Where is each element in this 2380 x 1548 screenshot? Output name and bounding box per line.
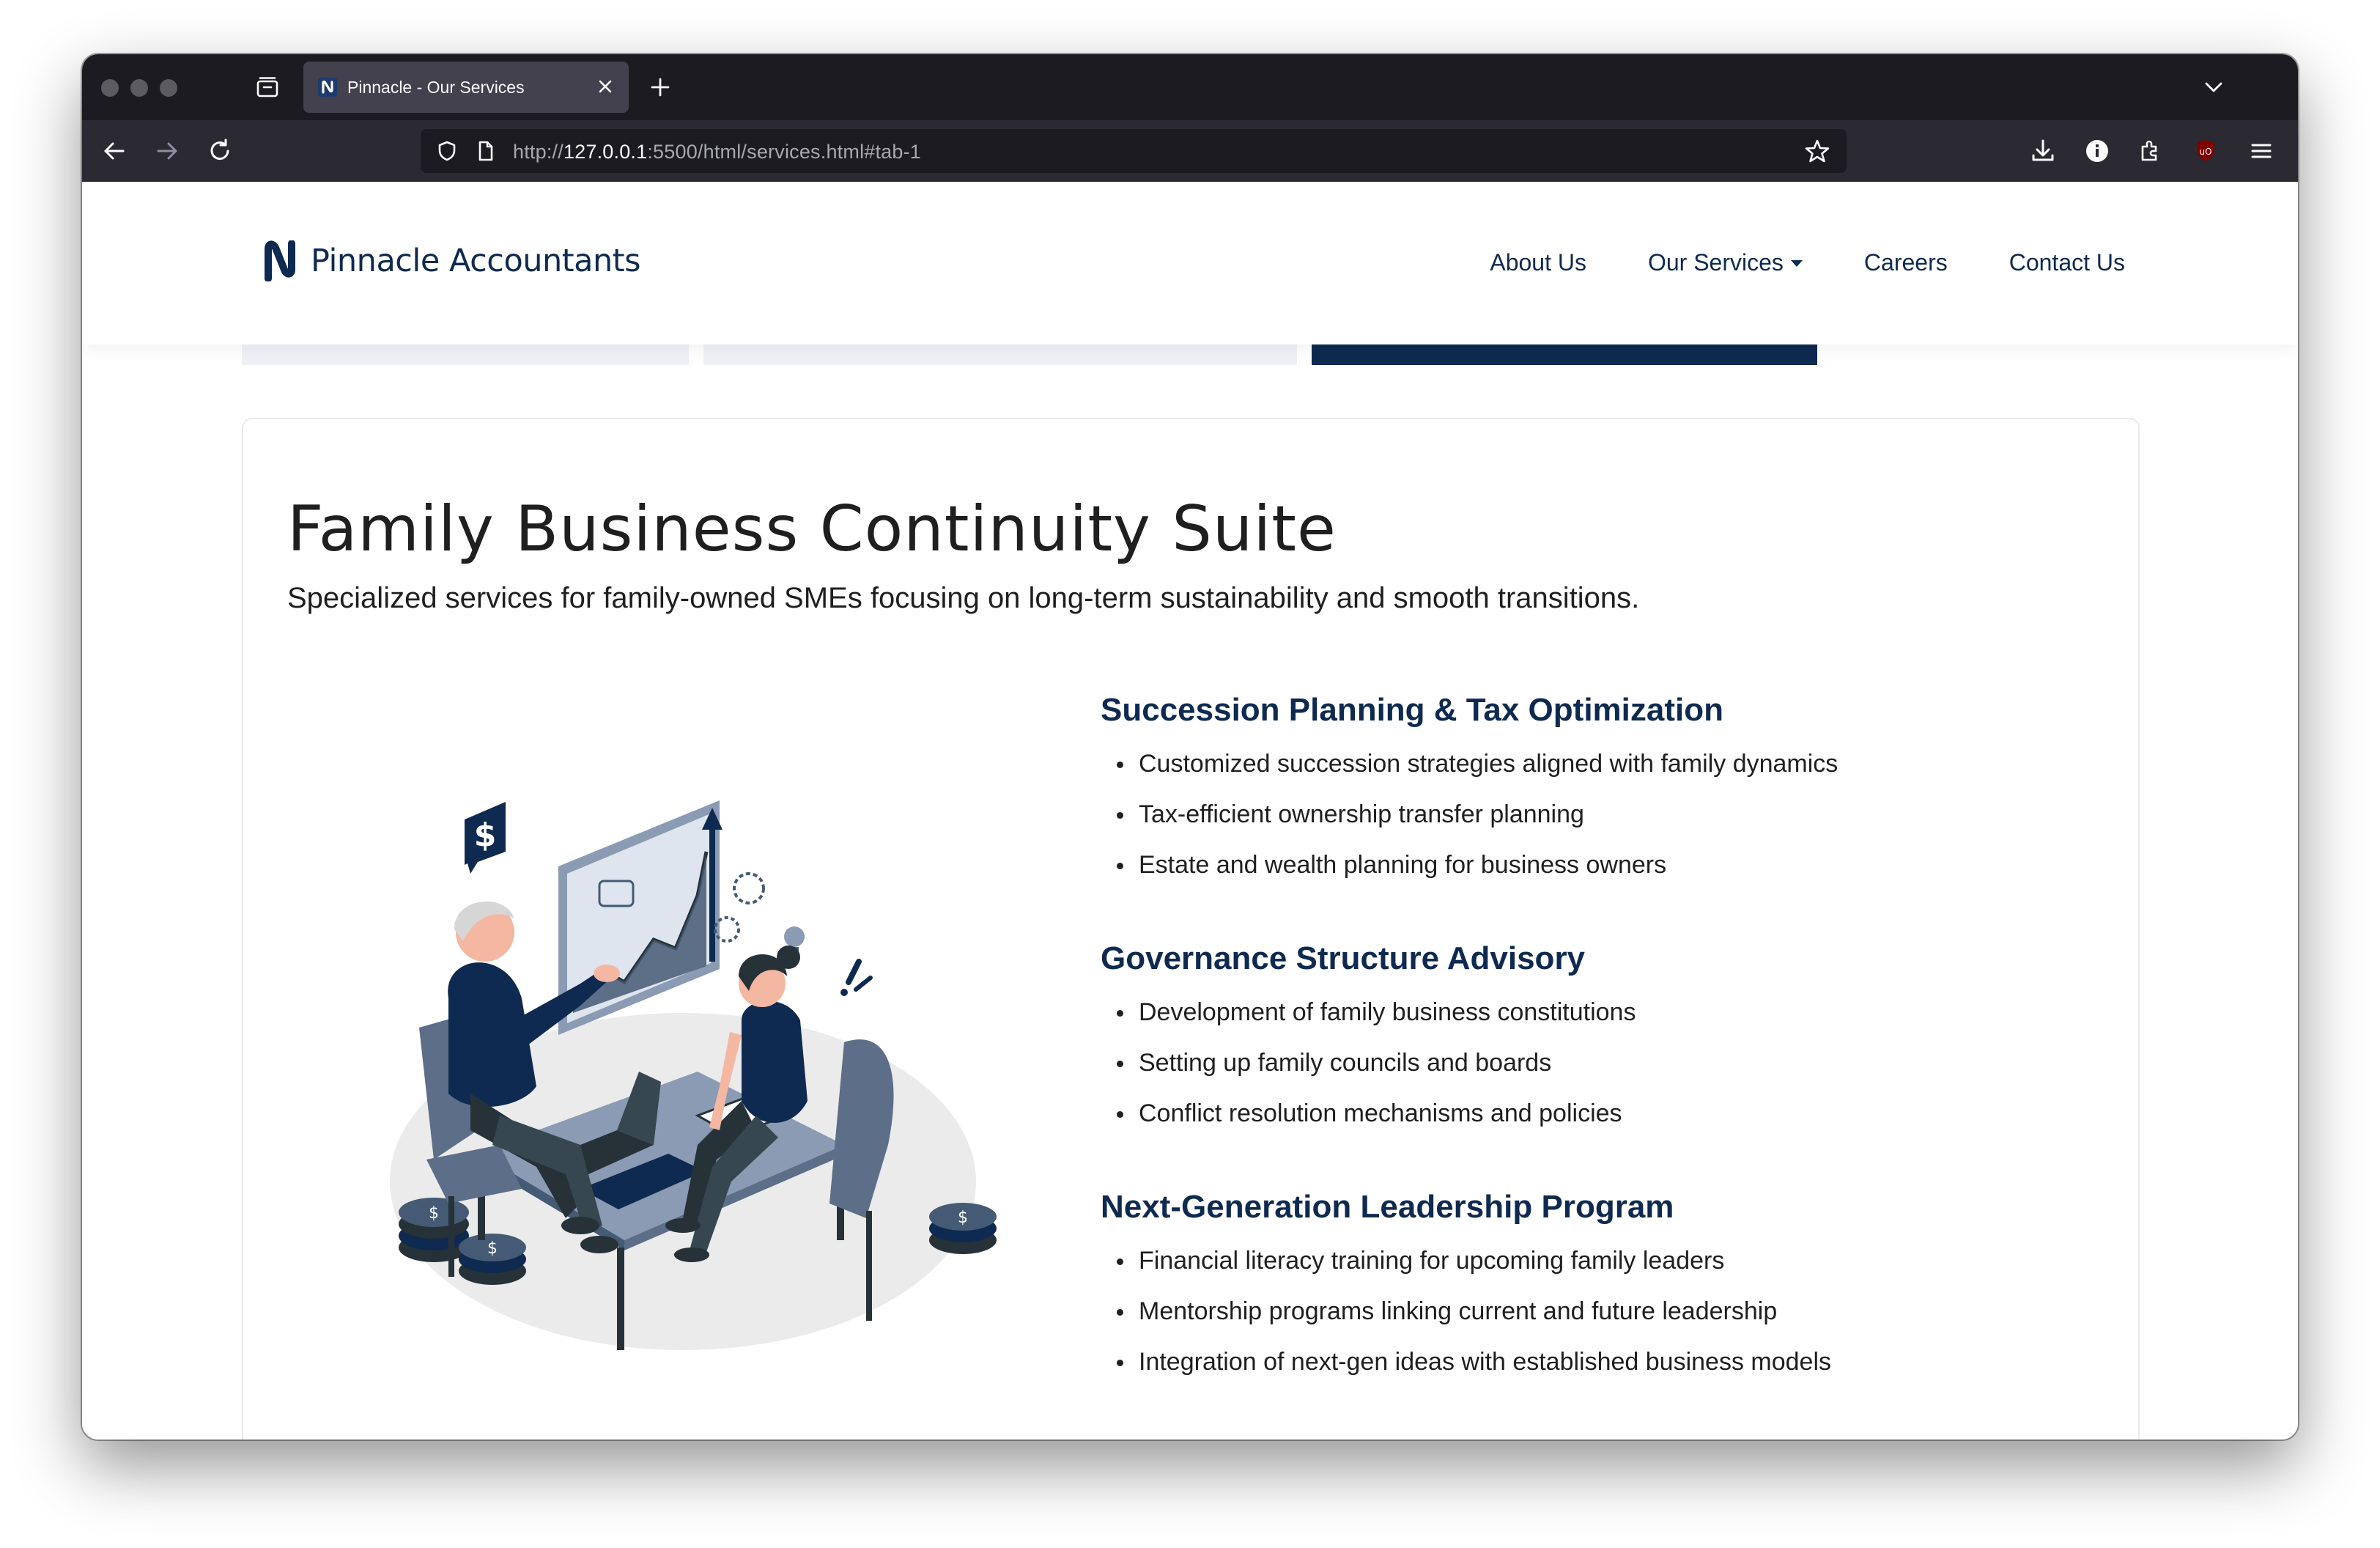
site-favicon-icon: [318, 78, 337, 97]
service-item: Integration of next-gen ideas with estab…: [1117, 1337, 2053, 1387]
service-item: Development of family business constitut…: [1117, 987, 2053, 1038]
back-arrow-icon[interactable]: [100, 136, 129, 166]
meeting-illustration: $ $ $ $: [390, 800, 997, 1350]
new-tab-icon[interactable]: [648, 75, 673, 100]
service-item: Setting up family councils and boards: [1117, 1038, 2053, 1088]
page-info-icon[interactable]: [473, 139, 497, 163]
card-title: Family Business Continuity Suite: [287, 493, 1337, 566]
nav-about-us[interactable]: About Us: [1490, 249, 1586, 276]
service-item: Mentorship programs linking current and …: [1117, 1286, 2053, 1337]
service-section: Succession Planning & Tax Optimization C…: [1101, 692, 2053, 891]
nav-contact-us[interactable]: Contact Us: [2009, 249, 2125, 276]
extensions-puzzle-icon[interactable]: [2135, 136, 2165, 166]
downloads-icon[interactable]: [2028, 136, 2058, 166]
pinnacle-logo-icon: [265, 240, 295, 281]
address-bar[interactable]: http://127.0.0.1:5500/html/services.html…: [421, 129, 1847, 173]
service-tab-active[interactable]: [1312, 344, 1817, 365]
list-all-tabs-icon[interactable]: [2203, 76, 2225, 98]
main-nav: About Us Our Services Careers Contact Us: [1428, 249, 2125, 276]
service-item: Estate and wealth planning for business …: [1117, 840, 2053, 891]
tab-title: Pinnacle - Our Services: [347, 78, 525, 97]
browser-navbar: http://127.0.0.1:5500/html/services.html…: [82, 120, 2298, 182]
service-title: Governance Structure Advisory: [1101, 940, 1586, 976]
reload-icon[interactable]: [205, 136, 234, 166]
service-items: Customized succession strategies aligned…: [1101, 739, 2053, 891]
browser-window: Pinnacle - Our Services http://127.0.0.1…: [82, 54, 2298, 1440]
web-page: Pinnacle Accountants About Us Our Servic…: [82, 182, 2298, 1440]
browser-titlebar: Pinnacle - Our Services: [82, 54, 2298, 120]
maximize-window-button[interactable]: [160, 79, 177, 97]
service-item: Tax-efficient ownership transfer plannin…: [1117, 789, 2053, 840]
service-item: Financial literacy training for upcoming…: [1117, 1236, 2053, 1286]
svg-text:$: $: [958, 1209, 968, 1227]
service-items: Development of family business constitut…: [1101, 987, 2053, 1139]
tab-overview-icon[interactable]: [255, 75, 280, 100]
logo-text: Pinnacle Accountants: [311, 243, 640, 279]
browser-tab-active[interactable]: Pinnacle - Our Services: [303, 62, 629, 113]
bookmark-star-icon[interactable]: [1804, 138, 1830, 164]
service-tab-1[interactable]: [242, 344, 689, 365]
nav-careers[interactable]: Careers: [1864, 249, 1948, 276]
service-title: Next-Generation Leadership Program: [1101, 1189, 1674, 1225]
services-list: Succession Planning & Tax Optimization C…: [1101, 692, 2053, 1437]
ublock-shield-icon[interactable]: uO: [2191, 136, 2220, 166]
coin-stack-right: $: [929, 1203, 997, 1254]
service-tab-2[interactable]: [703, 344, 1297, 365]
service-item: Conflict resolution mechanisms and polic…: [1117, 1088, 2053, 1139]
service-section: Next-Generation Leadership Program Finan…: [1101, 1189, 2053, 1387]
service-items: Financial literacy training for upcoming…: [1101, 1236, 2053, 1387]
caret-down-icon: [1790, 260, 1803, 267]
svg-text:uO: uO: [2199, 147, 2211, 157]
service-card: Family Business Continuity Suite Special…: [242, 418, 2140, 1440]
shield-icon[interactable]: [435, 139, 459, 163]
close-window-button[interactable]: [101, 79, 119, 97]
svg-text:$: $: [487, 1239, 498, 1258]
url-text[interactable]: http://127.0.0.1:5500/html/services.html…: [513, 141, 921, 163]
nav-our-services-label: Our Services: [1647, 249, 1784, 276]
menu-hamburger-icon[interactable]: [2247, 136, 2276, 166]
nav-our-services[interactable]: Our Services: [1648, 249, 1803, 276]
info-icon[interactable]: [2082, 136, 2112, 166]
service-item: Customized succession strategies aligned…: [1117, 739, 2053, 789]
tab-close-icon[interactable]: [595, 76, 616, 97]
forward-arrow-icon[interactable]: [152, 136, 182, 166]
card-subtitle: Specialized services for family-owned SM…: [287, 582, 1640, 614]
site-logo[interactable]: Pinnacle Accountants: [262, 240, 640, 281]
service-section: Governance Structure Advisory Developmen…: [1101, 940, 2053, 1139]
svg-text:$: $: [474, 817, 497, 854]
minimize-window-button[interactable]: [130, 79, 148, 97]
svg-text:$: $: [429, 1204, 439, 1223]
service-title: Succession Planning & Tax Optimization: [1101, 692, 1723, 728]
site-header: Pinnacle Accountants About Us Our Servic…: [82, 182, 2298, 344]
dollar-badge: $: [465, 802, 506, 874]
